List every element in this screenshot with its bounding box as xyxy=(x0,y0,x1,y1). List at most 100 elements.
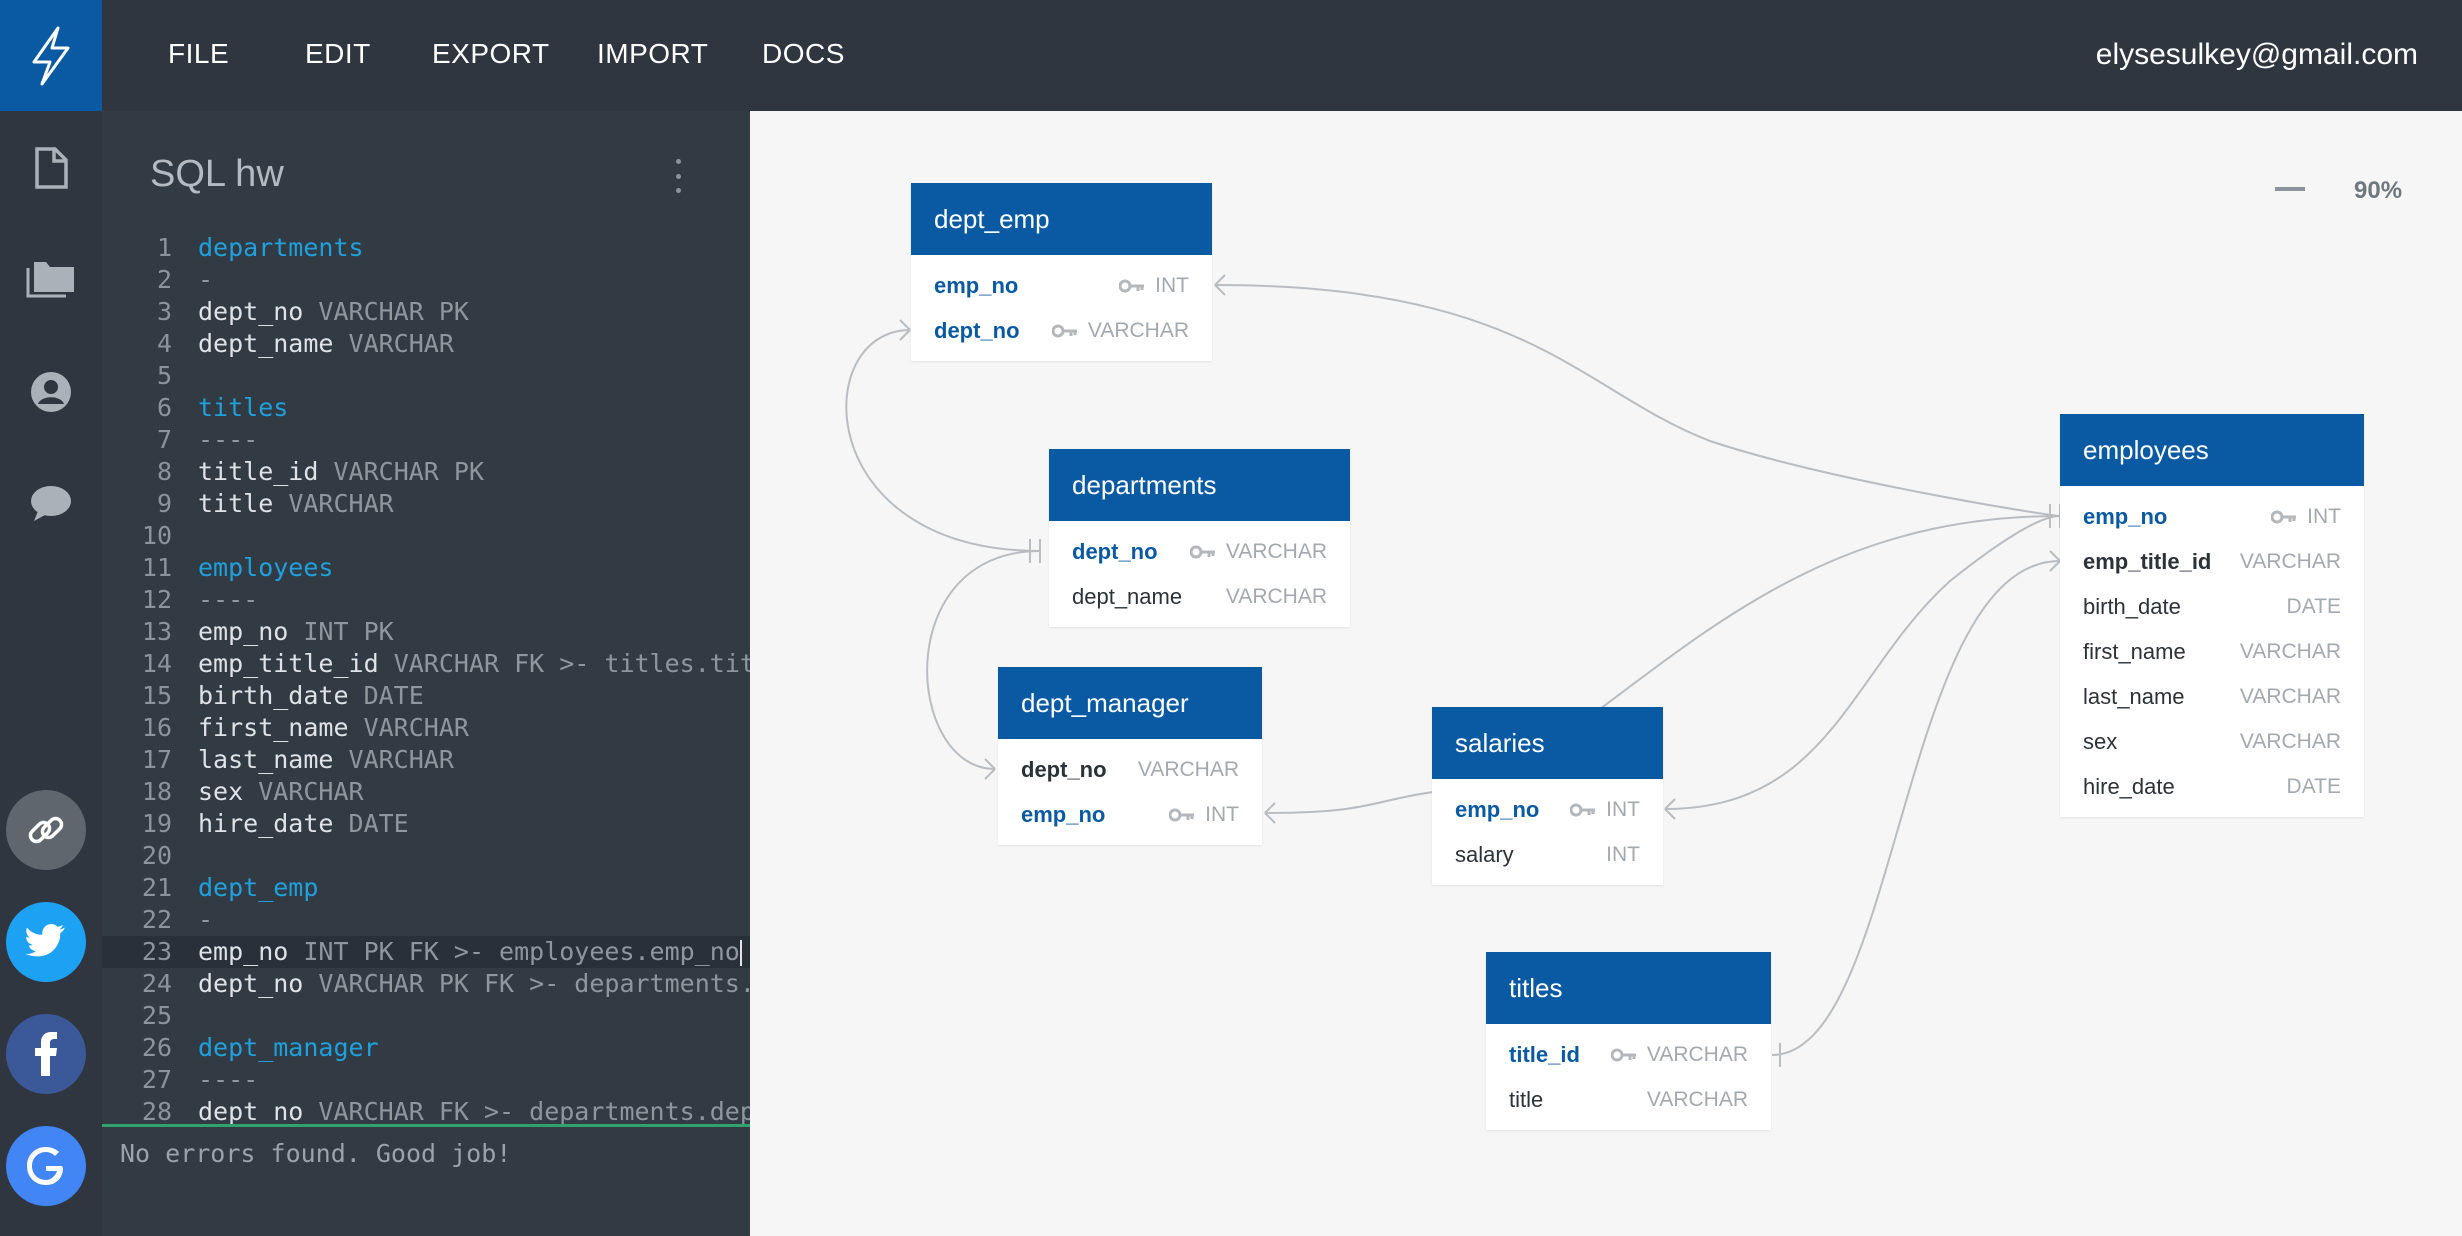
code-line[interactable]: 5 xyxy=(102,360,750,392)
code-line[interactable]: 15 birth_date DATE xyxy=(102,680,750,712)
field-type-label: VARCHAR xyxy=(1137,757,1239,781)
table-field-row[interactable]: last_name VARCHAR xyxy=(2060,674,2364,719)
table-titles[interactable]: titles title_id VARCHAR title VARCHAR xyxy=(1486,952,1771,1130)
table-header[interactable]: departments xyxy=(1049,449,1350,521)
table-field-row[interactable]: emp_no INT xyxy=(998,792,1262,837)
table-field-row[interactable]: emp_no INT xyxy=(1432,787,1663,832)
field-type-label: DATE xyxy=(2286,594,2341,618)
code-line[interactable]: 16 first_name VARCHAR xyxy=(102,712,750,744)
table-departments[interactable]: departments dept_no VARCHAR dept_name VARCH… xyxy=(1049,449,1350,627)
menu-file[interactable]: FILE xyxy=(168,38,229,70)
google-share-button[interactable] xyxy=(6,1126,86,1206)
code-line[interactable]: 26 dept_manager xyxy=(102,1032,750,1064)
code-line[interactable]: 17 last_name VARCHAR xyxy=(102,744,750,776)
field-name: emp_no xyxy=(934,272,1019,298)
table-field-row[interactable]: first_name VARCHAR xyxy=(2060,629,2364,674)
code-line[interactable]: 4 dept_name VARCHAR xyxy=(102,328,750,360)
field-type-token: DATE xyxy=(348,809,409,838)
table-field-row[interactable]: dept_no VARCHAR xyxy=(911,308,1212,353)
new-document-button[interactable] xyxy=(0,128,102,208)
account-button[interactable] xyxy=(0,352,102,432)
line-text: ---- xyxy=(198,424,258,456)
code-line[interactable]: 27 ---- xyxy=(102,1064,750,1096)
table-employees[interactable]: employees emp_no INT emp_title_id VARCHAR bi… xyxy=(2060,414,2364,817)
code-area[interactable]: 1 departments 2-3 dept_no VARCHAR PK 4 dept_n… xyxy=(102,232,750,1234)
line-number: 22 xyxy=(141,905,172,934)
table-field-row[interactable]: birth_date DATE xyxy=(2060,584,2364,629)
code-line[interactable]: 25 xyxy=(102,1000,750,1032)
table-dept-emp[interactable]: dept_emp emp_no INT dept_no VARCHAR xyxy=(911,183,1212,361)
table-field-row[interactable]: hire_date DATE xyxy=(2060,764,2364,809)
menu-import[interactable]: IMPORT xyxy=(597,38,708,70)
code-line[interactable]: 1 departments xyxy=(102,232,750,264)
diagram-canvas[interactable]: 90% dept_emp emp_no INT dept_no VARCHAR dep… xyxy=(750,111,2462,1236)
menu-docs[interactable]: DOCS xyxy=(762,38,845,70)
field-name-token: last_name xyxy=(198,745,334,774)
table-body: emp_no INT salary INT xyxy=(1432,779,1663,885)
field-type-label: INT xyxy=(2307,504,2341,528)
code-line[interactable]: 18 sex VARCHAR xyxy=(102,776,750,808)
code-line[interactable]: 20 xyxy=(102,840,750,872)
table-header[interactable]: salaries xyxy=(1432,707,1663,779)
line-number: 24 xyxy=(141,969,172,998)
facebook-icon xyxy=(35,1032,57,1076)
code-line[interactable]: 3 dept_no VARCHAR PK xyxy=(102,296,750,328)
code-line[interactable]: 9 title VARCHAR xyxy=(102,488,750,520)
code-line[interactable]: 21 dept_emp xyxy=(102,872,750,904)
table-salaries[interactable]: salaries emp_no INT salary INT xyxy=(1432,707,1663,885)
field-type-label: INT xyxy=(1606,842,1640,866)
zoom-minus-icon[interactable] xyxy=(2275,187,2305,191)
table-field-row[interactable]: dept_no VARCHAR xyxy=(998,747,1262,792)
table-body: dept_no VARCHAR dept_name VARCHAR xyxy=(1049,521,1350,627)
line-number: 20 xyxy=(141,841,172,870)
user-account-email[interactable]: elysesulkey@gmail.com xyxy=(2096,38,2418,72)
app-logo[interactable] xyxy=(0,0,102,111)
line-number: 18 xyxy=(141,777,172,806)
field-name: title xyxy=(1509,1086,1544,1112)
status-divider xyxy=(102,1124,750,1127)
facebook-share-button[interactable] xyxy=(6,1014,86,1094)
schema-text-editor[interactable]: SQL hw 1 departments 2-3 dept_no VARCHAR PK… xyxy=(102,111,750,1236)
menu-export[interactable]: EXPORT xyxy=(432,38,550,70)
share-link-button[interactable] xyxy=(6,790,86,870)
table-dept-manager[interactable]: dept_manager dept_no VARCHAR emp_no INT xyxy=(998,667,1262,845)
table-header[interactable]: dept_emp xyxy=(911,183,1212,255)
code-line[interactable]: 2- xyxy=(102,264,750,296)
code-line[interactable]: 23 emp_no INT PK FK >- employees.emp_no xyxy=(102,936,750,968)
table-header[interactable]: dept_manager xyxy=(998,667,1262,739)
table-field-row[interactable]: title_id VARCHAR xyxy=(1486,1032,1771,1077)
menu-edit[interactable]: EDIT xyxy=(305,38,371,70)
zoom-level: 90% xyxy=(2354,177,2403,204)
table-header[interactable]: titles xyxy=(1486,952,1771,1024)
more-vertical-icon[interactable] xyxy=(668,159,688,193)
code-line[interactable]: 14 emp_title_id VARCHAR FK >- titles.titl… xyxy=(102,648,750,680)
table-field-row[interactable]: dept_no VARCHAR xyxy=(1049,529,1350,574)
code-line[interactable]: 19 hire_date DATE xyxy=(102,808,750,840)
code-line[interactable]: 24 dept_no VARCHAR PK FK >- departments.d… xyxy=(102,968,750,1000)
code-line[interactable]: 11 employees xyxy=(102,552,750,584)
table-field-row[interactable]: emp_no INT xyxy=(2060,494,2364,539)
feedback-button[interactable] xyxy=(0,463,102,543)
table-field-row[interactable]: dept_name VARCHAR xyxy=(1049,574,1350,619)
table-field-row[interactable]: emp_title_id VARCHAR xyxy=(2060,539,2364,584)
code-line[interactable]: 12 ---- xyxy=(102,584,750,616)
line-number: 25 xyxy=(141,1001,172,1030)
field-type: VARCHAR xyxy=(1647,1088,1748,1112)
code-line[interactable]: 7 ---- xyxy=(102,424,750,456)
code-line[interactable]: 8 title_id VARCHAR PK xyxy=(102,456,750,488)
table-field-row[interactable]: emp_no INT xyxy=(911,263,1212,308)
code-line[interactable]: 10 xyxy=(102,520,750,552)
line-text: emp_title_id VARCHAR FK >- titles.title_… xyxy=(198,648,750,680)
code-line[interactable]: 13 emp_no INT PK xyxy=(102,616,750,648)
code-line[interactable]: 6 titles xyxy=(102,392,750,424)
table-header[interactable]: employees xyxy=(2060,414,2364,486)
my-diagrams-button[interactable] xyxy=(0,240,102,320)
table-field-row[interactable]: title VARCHAR xyxy=(1486,1077,1771,1122)
code-line[interactable]: 22- xyxy=(102,904,750,936)
field-name-token: emp_no xyxy=(198,617,289,646)
line-number: 11 xyxy=(141,553,172,582)
twitter-share-button[interactable] xyxy=(6,902,86,982)
document-title[interactable]: SQL hw xyxy=(150,153,284,196)
table-field-row[interactable]: salary INT xyxy=(1432,832,1663,877)
table-field-row[interactable]: sex VARCHAR xyxy=(2060,719,2364,764)
